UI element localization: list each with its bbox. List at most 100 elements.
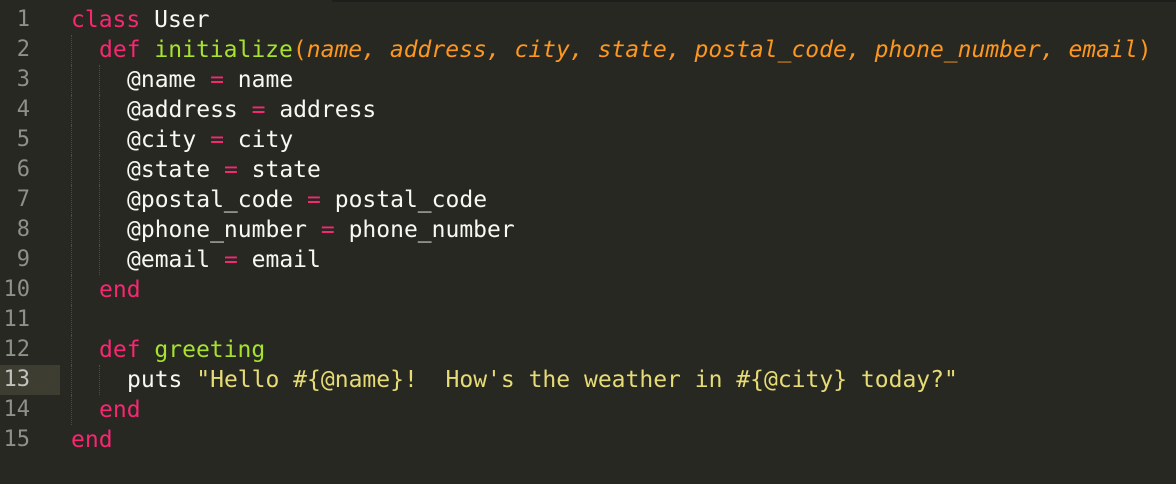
indent-guide: [99, 245, 100, 275]
indent-guide: [99, 95, 100, 125]
operator-token: =: [293, 187, 335, 213]
line-number: 8: [16, 217, 30, 242]
indent-guide: [71, 275, 72, 305]
ivar-token: @address: [127, 97, 238, 123]
comma-token: ,: [362, 37, 390, 63]
code-line[interactable]: 2 def initialize(name, address, city, st…: [0, 35, 1176, 65]
line-number: 6: [16, 157, 30, 182]
paren-token: ): [1137, 37, 1152, 63]
indent-guide: [99, 65, 100, 95]
identifier-token: phone_number: [348, 217, 515, 243]
code-text[interactable]: end: [71, 425, 113, 455]
code-line[interactable]: 14 end: [0, 395, 1176, 425]
code-line[interactable]: 6 @state = state: [0, 155, 1176, 185]
ivar-token: @city: [127, 127, 197, 153]
code-text[interactable]: @address = address: [127, 95, 376, 125]
tab-bar-edge: [332, 0, 1176, 2]
identifier-token: address: [279, 97, 377, 123]
indent-guide: [71, 125, 72, 155]
line-number: 7: [16, 187, 30, 212]
string-literal-token: "Hello #{@name}! How's the weather in #{…: [196, 367, 958, 393]
comma-token: ,: [1040, 37, 1069, 63]
keyword-token: class: [71, 7, 141, 33]
indent-guide: [71, 335, 72, 365]
code-editor[interactable]: 1 class User 2 def initialize(name, addr…: [0, 0, 1176, 484]
indent-guide: [71, 35, 72, 65]
code-text[interactable]: @phone_number = phone_number: [127, 215, 515, 245]
code-line[interactable]: 11: [0, 305, 1176, 335]
keyword-token: def: [99, 337, 141, 363]
code-text[interactable]: @postal_code = postal_code: [127, 185, 487, 215]
method-name-token: greeting: [154, 337, 266, 363]
line-number: 2: [16, 37, 30, 62]
code-line[interactable]: 7 @postal_code = postal_code: [0, 185, 1176, 215]
code-text[interactable]: end: [99, 275, 141, 305]
code-line[interactable]: 10 end: [0, 275, 1176, 305]
param-token: state: [597, 37, 667, 63]
indent-guide: [99, 365, 100, 395]
ivar-token: @email: [127, 247, 211, 273]
code-line[interactable]: 1 class User: [0, 5, 1176, 35]
identifier-token: postal_code: [334, 187, 488, 213]
param-token: phone_number: [874, 37, 1041, 63]
code-text[interactable]: @email = email: [127, 245, 321, 275]
code-text[interactable]: class User: [71, 5, 210, 35]
param-token: email: [1068, 37, 1138, 63]
operator-token: =: [196, 127, 238, 153]
comma-token: ,: [486, 37, 515, 63]
class-name-token: User: [154, 7, 210, 33]
code-line[interactable]: 8 @phone_number = phone_number: [0, 215, 1176, 245]
code-line[interactable]: 15 end: [0, 425, 1176, 455]
operator-token: =: [196, 67, 238, 93]
indent-guide: [99, 215, 100, 245]
line-number: 13: [3, 367, 31, 392]
code-text[interactable]: @name = name: [127, 65, 293, 95]
ivar-token: @state: [127, 157, 211, 183]
param-token: name: [306, 37, 363, 63]
param-token: address: [389, 37, 487, 63]
code-text[interactable]: @city = city: [127, 125, 293, 155]
keyword-token: end: [99, 277, 141, 303]
comma-token: ,: [666, 37, 695, 63]
keyword-token: end: [99, 397, 141, 423]
indent-guide: [71, 245, 72, 275]
comma-token: ,: [846, 37, 875, 63]
identifier-token: state: [251, 157, 321, 183]
indent-guide: [99, 125, 100, 155]
indent-guide: [71, 155, 72, 185]
line-number: 1: [16, 7, 30, 32]
code-line[interactable]: 3 @name = name: [0, 65, 1176, 95]
code-line[interactable]: 5 @city = city: [0, 125, 1176, 155]
keyword-token: def: [99, 37, 141, 63]
line-number: 5: [16, 127, 30, 152]
operator-token: =: [307, 217, 349, 243]
ivar-token: @phone_number: [127, 217, 308, 243]
paren-token: (: [292, 37, 307, 63]
code-line[interactable]: 4 @address = address: [0, 95, 1176, 125]
method-name-token: initialize: [154, 37, 293, 63]
code-text[interactable]: puts "Hello #{@name}! How's the weather …: [127, 365, 958, 395]
code-text[interactable]: end: [99, 395, 141, 425]
code-line[interactable]: 12 def greeting: [0, 335, 1176, 365]
indent-guide: [71, 185, 72, 215]
keyword-token: end: [71, 427, 113, 453]
indent-guide: [71, 95, 72, 125]
indent-guide: [71, 65, 72, 95]
code-line[interactable]: 9 @email = email: [0, 245, 1176, 275]
operator-token: =: [237, 97, 280, 123]
code-text[interactable]: @state = state: [127, 155, 321, 185]
line-number: 9: [16, 247, 30, 272]
current-code-line[interactable]: 13 puts "Hello #{@name}! How's the weath…: [0, 365, 1176, 395]
code-text[interactable]: def initialize(name, address, city, stat…: [99, 35, 1152, 65]
operator-token: =: [210, 157, 252, 183]
indent-guide: [71, 365, 72, 395]
line-number: 15: [3, 427, 31, 452]
code-text[interactable]: def greeting: [99, 335, 265, 365]
indent-guide: [71, 215, 72, 245]
line-number: 12: [3, 337, 31, 362]
line-number: 3: [16, 67, 30, 92]
line-number: 4: [16, 97, 30, 122]
param-token: postal_code: [694, 37, 847, 63]
